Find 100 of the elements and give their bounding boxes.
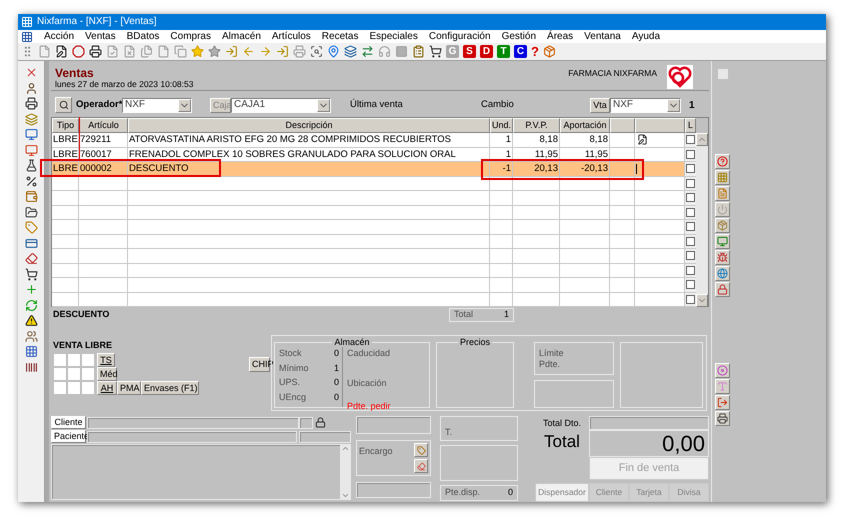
- login-icon[interactable]: [225, 45, 238, 58]
- checkbox[interactable]: [686, 193, 695, 202]
- toolbar-letter-button[interactable]: C: [514, 45, 527, 58]
- grid-field[interactable]: [81, 353, 95, 367]
- square-icon[interactable]: [395, 45, 408, 58]
- headphones-icon[interactable]: [378, 45, 391, 58]
- vta-select[interactable]: NXF: [610, 98, 681, 112]
- column-header[interactable]: P.V.P.: [513, 118, 560, 133]
- warning-icon[interactable]: [24, 314, 38, 327]
- grid-field[interactable]: [67, 381, 81, 395]
- grid-field[interactable]: [53, 367, 67, 381]
- column-header[interactable]: Aportación: [560, 118, 610, 133]
- menu-item[interactable]: Artículos: [272, 32, 311, 42]
- copy-icon[interactable]: [174, 45, 187, 58]
- edit-document-icon[interactable]: [637, 134, 648, 146]
- toolbar-letter-button[interactable]: T: [497, 45, 510, 58]
- grid-icon[interactable]: [24, 345, 38, 358]
- layers-icon[interactable]: [344, 45, 357, 58]
- eraser-icon[interactable]: [416, 462, 426, 470]
- printer-icon[interactable]: [24, 97, 38, 110]
- patient-button[interactable]: Paciente: [51, 430, 86, 443]
- cart-icon[interactable]: [24, 268, 38, 280]
- checkbox[interactable]: [686, 208, 695, 217]
- folder-icon[interactable]: [24, 206, 38, 218]
- dropdown-icon[interactable]: [317, 98, 330, 112]
- menu-item[interactable]: Compras: [170, 32, 211, 42]
- card-icon[interactable]: [24, 236, 38, 250]
- printer-icon[interactable]: [89, 45, 102, 58]
- field[interactable]: [87, 430, 298, 442]
- grid-field[interactable]: [67, 367, 81, 381]
- column-header[interactable]: Tipo: [52, 118, 79, 133]
- menu-item[interactable]: Configuración: [428, 32, 491, 42]
- checkbox[interactable]: [686, 178, 695, 188]
- magnifier-icon[interactable]: [310, 45, 323, 58]
- lock-icon[interactable]: [315, 417, 326, 428]
- menu-item[interactable]: BDatos: [126, 32, 160, 42]
- map-pin-icon[interactable]: [327, 45, 340, 58]
- menu-item[interactable]: Recetas: [322, 32, 358, 42]
- edit-document-icon[interactable]: [55, 45, 68, 58]
- checkbox[interactable]: [686, 150, 695, 159]
- dropdown-icon[interactable]: [178, 98, 191, 112]
- envases-button[interactable]: Envases (F1): [141, 381, 199, 395]
- column-header[interactable]: [610, 118, 635, 133]
- table-row[interactable]: LBRE 729211 ATORVASTATINA ARISTO EFG 20 MG 28 COMPRIMIDOS RECUBIERTOS 1 8,18 8,18: [52, 133, 696, 148]
- flask-icon[interactable]: [24, 159, 38, 172]
- scroll-down-icon[interactable]: [696, 294, 708, 307]
- tag-icon[interactable]: [416, 446, 426, 454]
- column-header[interactable]: L: [685, 118, 696, 133]
- cart-icon[interactable]: [429, 45, 442, 58]
- clipboard-icon[interactable]: [412, 45, 425, 58]
- checkbox[interactable]: [686, 266, 695, 275]
- grid-field[interactable]: [81, 367, 95, 381]
- menu-item[interactable]: Áreas: [547, 32, 574, 42]
- pma-button[interactable]: PMA: [117, 381, 141, 395]
- med-button[interactable]: Méd: [97, 367, 117, 381]
- percent-icon[interactable]: [24, 174, 38, 188]
- star-icon[interactable]: [208, 45, 221, 58]
- caja-select[interactable]: CAJA1: [231, 98, 331, 112]
- package-icon[interactable]: [542, 45, 556, 58]
- checkbox[interactable]: [686, 294, 695, 304]
- toolbar-letter-button[interactable]: S: [463, 45, 476, 58]
- menu-item[interactable]: Especiales: [369, 32, 418, 42]
- people-icon[interactable]: [24, 330, 38, 342]
- toolbar-letter-button[interactable]: D: [480, 45, 493, 58]
- stop-icon[interactable]: [72, 45, 85, 58]
- grid-field[interactable]: [81, 381, 95, 395]
- field[interactable]: [87, 416, 299, 428]
- scroll-down-icon[interactable]: [341, 491, 350, 500]
- operator-select[interactable]: NXF: [122, 98, 192, 112]
- monitor-icon[interactable]: [24, 144, 38, 156]
- client-button[interactable]: Cliente: [51, 416, 86, 429]
- column-header[interactable]: Artículo: [79, 118, 128, 133]
- menu-item[interactable]: Gestión: [502, 32, 536, 42]
- help-button[interactable]: ?: [531, 45, 539, 58]
- monitor-icon[interactable]: [24, 128, 38, 141]
- left-arrow-icon[interactable]: [242, 45, 255, 58]
- login-icon[interactable]: [276, 45, 289, 58]
- barcode-icon[interactable]: [24, 360, 38, 374]
- checkbox[interactable]: [686, 280, 695, 290]
- x-icon[interactable]: [24, 66, 38, 79]
- vta-button[interactable]: Vta: [590, 98, 610, 112]
- table-row[interactable]: LBRE 000002 DESCUENTO -1 20,13 -20,13: [52, 162, 696, 176]
- star-icon[interactable]: [191, 45, 204, 58]
- menu-item[interactable]: Acción: [44, 32, 74, 42]
- x-document-icon[interactable]: [123, 45, 136, 58]
- document-icon[interactable]: [157, 45, 170, 58]
- column-header[interactable]: Und.: [490, 118, 513, 133]
- menu-item[interactable]: Ventas: [85, 32, 116, 42]
- field[interactable]: [356, 416, 432, 434]
- grid-field[interactable]: [67, 353, 81, 367]
- ts-button[interactable]: TS: [97, 353, 115, 367]
- documents-icon[interactable]: [140, 45, 153, 58]
- grid-field[interactable]: [53, 381, 67, 395]
- scroll-up-icon[interactable]: [341, 444, 350, 453]
- wallet-icon[interactable]: [24, 190, 38, 203]
- ah-button[interactable]: AH: [97, 381, 117, 395]
- scrollbar[interactable]: [341, 444, 351, 500]
- scrollbar[interactable]: [696, 133, 708, 307]
- checkbox[interactable]: [686, 251, 695, 260]
- checkbox[interactable]: [686, 222, 695, 232]
